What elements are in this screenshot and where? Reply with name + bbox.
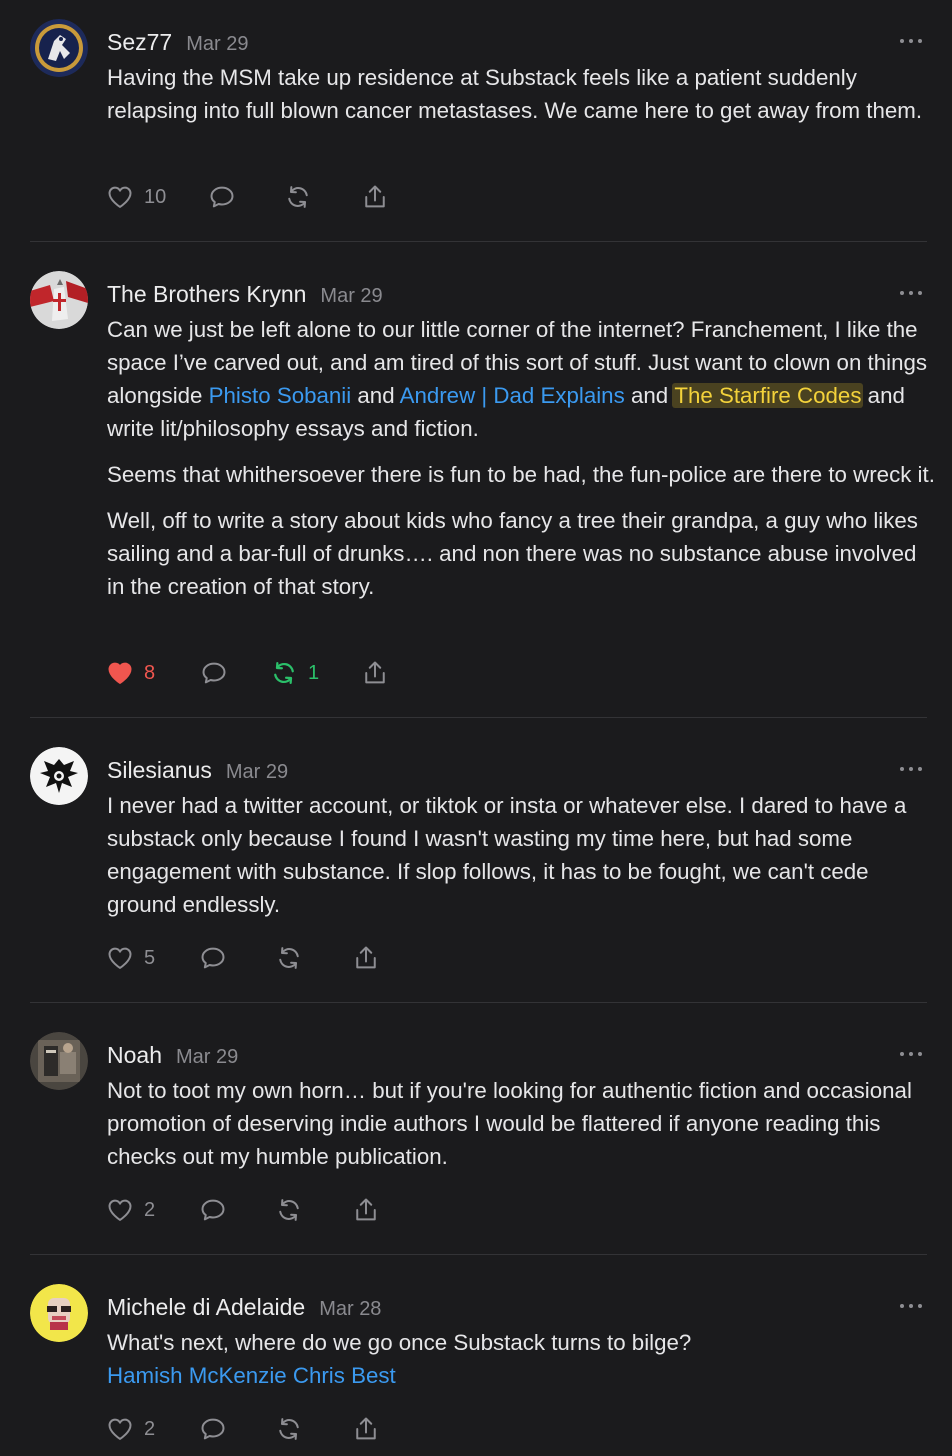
like-button[interactable]: 2 [106,1195,155,1225]
restack-button[interactable] [275,1414,303,1444]
like-button[interactable]: 10 [106,182,166,212]
comment-date: Mar 29 [175,1046,239,1068]
comment-header: Michele di Adelaide Mar 28 [107,1294,381,1324]
avatar[interactable] [30,747,88,805]
comment-body: I never had a twitter account, or tiktok… [107,789,937,934]
comment-icon [199,1196,227,1224]
comment-header: The Brothers Krynn Mar 29 [107,281,383,311]
comment-header: Sez77 Mar 29 [107,29,248,59]
author-name[interactable]: The Brothers Krynn [107,281,306,307]
restack-icon [275,1415,303,1443]
restack-icon [275,1196,303,1224]
restack-button[interactable]: 1 [270,658,319,688]
comment-body: Can we just be left alone to our little … [107,313,937,616]
more-icon[interactable] [900,283,922,303]
mention-link[interactable]: Chris Best [293,1363,396,1388]
more-icon[interactable] [900,1296,922,1316]
avatar[interactable] [30,19,88,77]
share-icon [352,1196,380,1224]
restack-icon [275,944,303,972]
reply-button[interactable] [199,1414,227,1444]
mention-link[interactable]: Hamish McKenzie [107,1363,287,1388]
share-button[interactable] [352,1414,380,1444]
author-name[interactable]: Noah [107,1042,162,1068]
mention-link[interactable]: Andrew | Dad Explains [400,383,625,408]
avatar[interactable] [30,1284,88,1342]
divider [30,1254,927,1255]
restack-button[interactable] [284,182,312,212]
restack-button[interactable] [275,1195,303,1225]
reply-button[interactable] [199,1195,227,1225]
share-icon [361,183,389,211]
more-icon[interactable] [900,31,922,51]
comment-body: Not to toot my own horn… but if you're l… [107,1074,937,1186]
comment-header: Silesianus Mar 29 [107,757,288,787]
like-button[interactable]: 5 [106,943,155,973]
like-button[interactable]: 8 [106,658,155,688]
restack-icon [270,659,298,687]
comment-text: Can we just be left alone to our little … [107,313,937,445]
comment-date: Mar 28 [319,1298,382,1320]
avatar[interactable] [30,271,88,329]
comment-icon [199,1415,227,1443]
restack-button[interactable] [275,943,303,973]
text-run: What's next, where do we go once Substac… [107,1330,692,1355]
share-button[interactable] [352,1195,380,1225]
like-count: 2 [144,1198,156,1221]
comment-header: Noah Mar 29 [107,1042,238,1072]
comment-text: I never had a twitter account, or tiktok… [107,793,907,917]
share-button[interactable] [361,658,389,688]
share-icon [361,659,389,687]
heart-icon [106,1415,134,1443]
author-name[interactable]: Silesianus [107,757,212,783]
heart-icon [106,944,134,972]
share-icon [352,944,380,972]
heart-icon [106,659,134,687]
restack-icon [284,183,312,211]
author-name[interactable]: Sez77 [107,29,172,55]
text-run: and [624,383,675,408]
like-count: 10 [144,185,167,208]
divider [30,241,927,242]
share-button[interactable] [352,943,380,973]
author-name[interactable]: Michele di Adelaide [107,1294,305,1320]
comment-body: What's next, where do we go once Substac… [107,1326,937,1405]
restack-count: 1 [308,661,320,684]
mention-link[interactable]: Phisto Sobanii [209,383,352,408]
highlighted-mention-link[interactable]: The Starfire Codes [672,383,864,408]
share-icon [352,1415,380,1443]
comment-text: Not to toot my own horn… but if you're l… [107,1078,912,1169]
divider [30,717,927,718]
text-run: and [351,383,400,408]
divider [30,1002,927,1003]
comment-icon [200,659,228,687]
avatar[interactable] [30,1032,88,1090]
like-count: 2 [144,1417,156,1440]
comment-date: Mar 29 [186,33,249,55]
like-count: 5 [144,946,156,969]
comment-date: Mar 29 [225,761,289,783]
reply-button[interactable] [200,658,228,688]
comment-text: Well, off to write a story about kids wh… [107,508,918,599]
more-icon[interactable] [900,759,922,779]
reply-button[interactable] [208,182,236,212]
comment-body: Having the MSM take up residence at Subs… [107,61,937,140]
more-icon[interactable] [900,1044,922,1064]
comment-text: Seems that whithersoever there is fun to… [107,462,935,487]
heart-icon [106,1196,134,1224]
like-count: 8 [144,661,156,684]
comment-icon [199,944,227,972]
comment-date: Mar 29 [320,285,383,307]
comment-icon [208,183,236,211]
reply-button[interactable] [199,943,227,973]
heart-icon [106,183,134,211]
comment-text: Having the MSM take up residence at Subs… [107,65,923,123]
share-button[interactable] [361,182,389,212]
comment-text: What's next, where do we go once Substac… [107,1326,937,1392]
like-button[interactable]: 2 [106,1414,155,1444]
